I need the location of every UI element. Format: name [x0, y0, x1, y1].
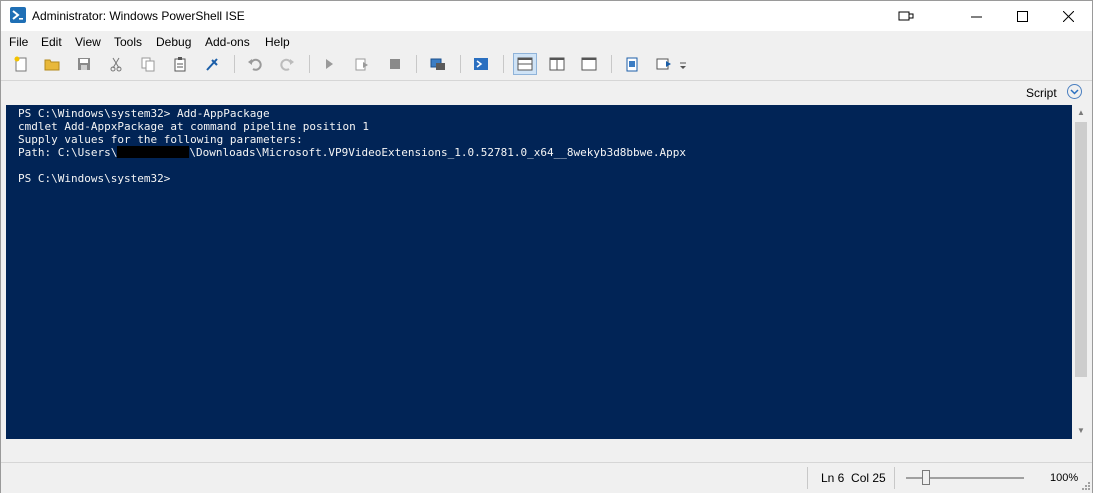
pane-right-icon[interactable] [547, 54, 567, 74]
zoom-slider-thumb[interactable] [922, 470, 931, 485]
console-line: Supply values for the following paramete… [18, 133, 303, 146]
toolbar-separator [611, 55, 612, 73]
toolbar-separator [460, 55, 461, 73]
script-pane-label: Script [1026, 86, 1057, 100]
maximize-button[interactable] [999, 1, 1045, 31]
run-selection-icon[interactable] [352, 54, 372, 74]
undo-icon[interactable] [245, 54, 265, 74]
zoom-level: 100% [1050, 472, 1079, 484]
minimize-button[interactable] [953, 1, 999, 31]
toolbar-separator [309, 55, 310, 73]
show-script-icon[interactable] [622, 54, 642, 74]
path-prefix: Path: C:\Users\ [18, 146, 118, 159]
menu-tools[interactable]: Tools [114, 35, 142, 49]
copy-icon[interactable] [138, 54, 158, 74]
title-bar[interactable]: Administrator: Windows PowerShell ISE [1, 1, 1092, 31]
chevron-down-icon [1070, 88, 1079, 95]
status-bar: Ln 6 Col 25 100% [1, 462, 1092, 493]
cut-icon[interactable] [106, 54, 126, 74]
pane-max-icon[interactable] [579, 54, 599, 74]
redacted-username [117, 146, 190, 158]
remote-icon[interactable] [428, 54, 448, 74]
run-powershell-icon[interactable] [202, 54, 222, 74]
stop-icon[interactable] [385, 54, 405, 74]
menu-bar: File Edit View Tools Debug Add-ons Help [1, 32, 1092, 51]
menu-add-ons[interactable]: Add-ons [205, 35, 250, 49]
toolbar-separator [503, 55, 504, 73]
tablet-mode-icon[interactable] [883, 1, 929, 31]
menu-debug[interactable]: Debug [156, 35, 191, 49]
toolbar [1, 51, 1092, 77]
window-title: Administrator: Windows PowerShell ISE [32, 9, 245, 23]
run-icon[interactable] [319, 54, 339, 74]
save-icon[interactable] [74, 54, 94, 74]
console-output[interactable]: PS C:\Windows\system32> Add-AppPackage cm… [18, 107, 686, 185]
new-icon[interactable] [11, 54, 31, 74]
resize-grip-icon[interactable] [1081, 481, 1091, 491]
toolbar-separator [234, 55, 235, 73]
menu-view[interactable]: View [75, 35, 101, 49]
scroll-up-icon[interactable]: ▲ [1076, 108, 1086, 118]
overflow-icon[interactable] [678, 59, 688, 73]
powershell-ise-window: Administrator: Windows PowerShell ISE Fi… [0, 0, 1093, 493]
console-blank-line: ​ [18, 159, 686, 172]
status-separator [807, 467, 808, 489]
console-line: cmdlet Add-AppxPackage at command pipeli… [18, 120, 369, 133]
menu-file[interactable]: File [9, 35, 28, 49]
show-script-pane-button[interactable] [1067, 84, 1082, 99]
powershell-icon[interactable] [471, 54, 491, 74]
redo-icon[interactable] [277, 54, 297, 74]
console-prompt: PS C:\Windows\system32> [18, 172, 171, 185]
close-button[interactable] [1045, 1, 1091, 31]
toolbar-separator [416, 55, 417, 73]
console-vertical-scrollbar[interactable]: ▲ ▼ [1072, 105, 1090, 439]
console-pane[interactable]: PS C:\Windows\system32> Add-AppPackage cm… [6, 105, 1072, 439]
open-icon[interactable] [42, 54, 62, 74]
scroll-down-icon[interactable]: ▼ [1076, 426, 1086, 436]
console-line: PS C:\Windows\system32> Add-AppPackage [18, 107, 270, 120]
line-number: Ln 6 [821, 471, 845, 485]
column-number: Col 25 [851, 471, 886, 485]
script-pane-header: Script [1, 80, 1092, 103]
path-suffix: \Downloads\Microsoft.VP9VideoExtensions_… [189, 146, 687, 159]
menu-help[interactable]: Help [265, 35, 290, 49]
console-line: Path: C:\Users\ \Downloads\Microsoft.VP9V… [18, 146, 686, 159]
powershell-ise-app-icon[interactable] [10, 7, 26, 23]
status-separator [894, 467, 895, 489]
cursor-position: Ln 6 Col 25 [821, 471, 886, 485]
pane-top-icon[interactable] [513, 53, 537, 75]
show-commands-icon[interactable] [654, 54, 674, 74]
menu-edit[interactable]: Edit [41, 35, 62, 49]
paste-icon[interactable] [170, 54, 190, 74]
scrollbar-thumb[interactable] [1075, 122, 1087, 377]
